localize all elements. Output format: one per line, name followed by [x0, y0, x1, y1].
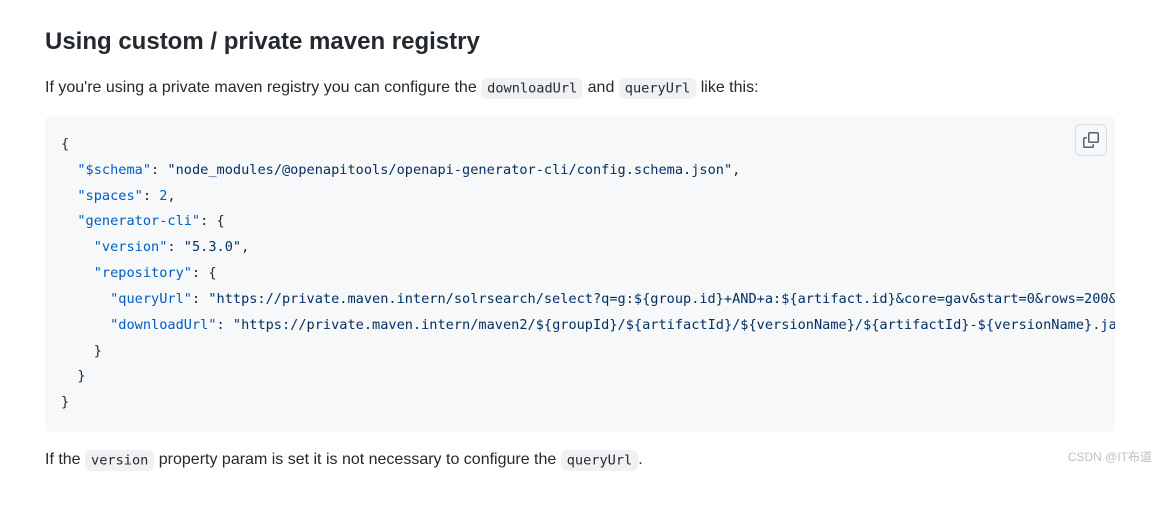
code-string: "https://private.maven.intern/maven2/${g… — [233, 317, 1115, 333]
code-line: } — [61, 394, 69, 410]
code-indent — [61, 291, 110, 307]
copy-button[interactable] — [1075, 124, 1107, 156]
outro-paragraph: If the version property param is set it … — [45, 448, 1115, 472]
code-sep: : { — [192, 265, 217, 281]
code-comma: , — [167, 188, 175, 204]
inline-code-downloadurl: downloadUrl — [481, 78, 583, 99]
code-key: "spaces" — [77, 188, 142, 204]
code-comma: , — [241, 239, 249, 255]
code-string: "https://private.maven.intern/solrsearch… — [208, 291, 1115, 307]
code-sep: : — [167, 239, 183, 255]
code-line: { — [61, 136, 69, 152]
code-indent — [61, 162, 77, 178]
code-key: "queryUrl" — [110, 291, 192, 307]
section-heading: Using custom / private maven registry — [45, 24, 1115, 60]
inline-code-queryurl: queryUrl — [619, 78, 696, 99]
inline-code-queryurl-2: queryUrl — [561, 450, 638, 471]
code-sep: : — [143, 188, 159, 204]
outro-text-2: property param is set it is not necessar… — [154, 451, 560, 468]
code-comma: , — [732, 162, 740, 178]
code-string: "node_modules/@openapitools/openapi-gene… — [167, 162, 732, 178]
code-indent — [61, 188, 77, 204]
intro-text-1: If you're using a private maven registry… — [45, 79, 481, 96]
copy-icon — [1083, 132, 1099, 148]
inline-code-version: version — [85, 450, 154, 471]
intro-paragraph: If you're using a private maven registry… — [45, 76, 1115, 100]
code-sep: : — [151, 162, 167, 178]
code-line: } — [61, 343, 102, 359]
code-indent — [61, 265, 94, 281]
outro-text-1: If the — [45, 451, 85, 468]
intro-text-3: like this: — [696, 79, 758, 96]
watermark: CSDN @IT布道 — [1068, 448, 1152, 466]
code-block: { "$schema": "node_modules/@openapitools… — [45, 116, 1115, 432]
code-indent — [61, 213, 77, 229]
code-key: "generator-cli" — [77, 213, 200, 229]
code-sep: : { — [200, 213, 225, 229]
code-sep: : — [192, 291, 208, 307]
code-sep: : — [217, 317, 233, 333]
code-content[interactable]: { "$schema": "node_modules/@openapitools… — [45, 116, 1115, 432]
code-line: } — [61, 368, 86, 384]
code-indent — [61, 239, 94, 255]
code-key: "repository" — [94, 265, 192, 281]
outro-text-3: . — [638, 451, 642, 468]
code-key: "version" — [94, 239, 168, 255]
code-indent — [61, 317, 110, 333]
code-key: "$schema" — [77, 162, 151, 178]
intro-text-2: and — [583, 79, 619, 96]
code-string: "5.3.0" — [184, 239, 241, 255]
code-key: "downloadUrl" — [110, 317, 216, 333]
